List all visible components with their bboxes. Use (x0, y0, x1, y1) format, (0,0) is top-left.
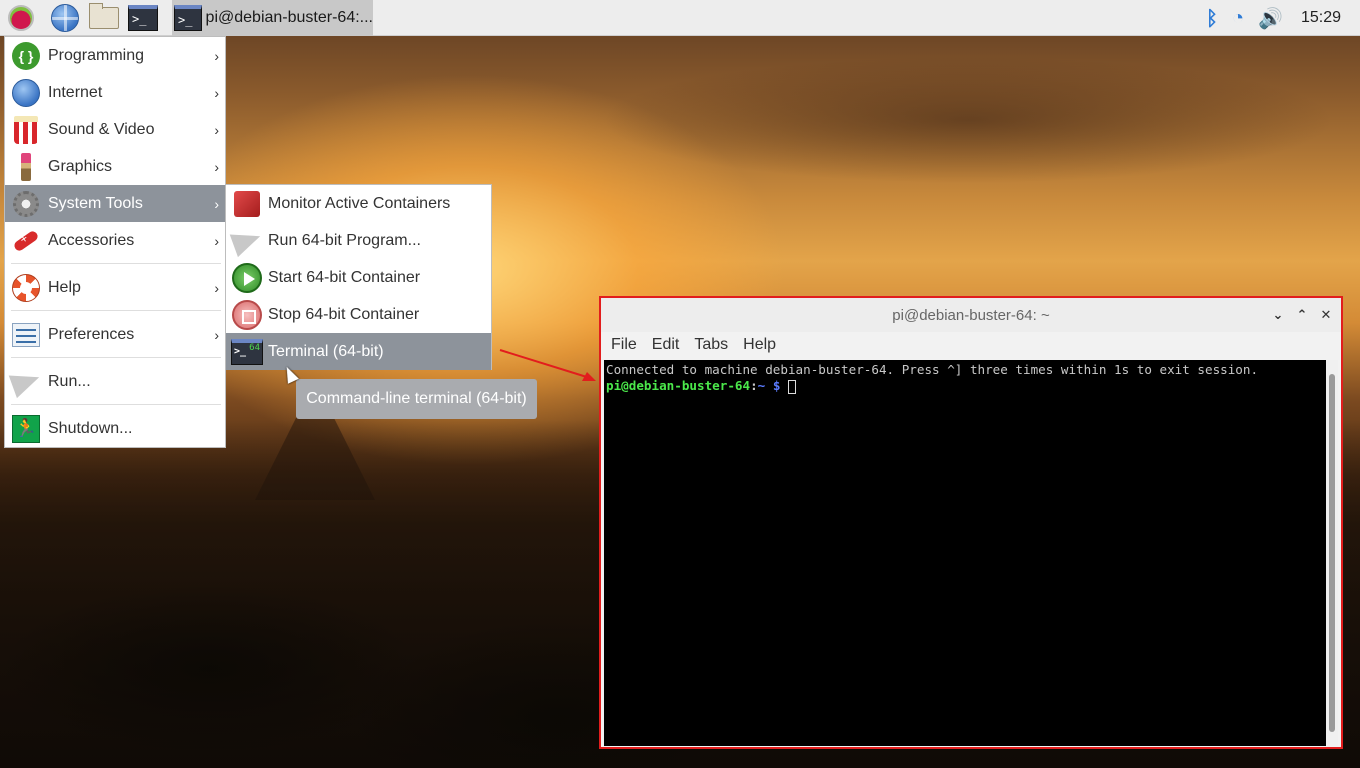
sound-video-icon (11, 115, 41, 145)
terminal-prompt: pi@debian-buster-64:~ $ (606, 378, 1325, 394)
terminal-menubar: File Edit Tabs Help (601, 332, 1341, 358)
menu-item-label: Run... (48, 372, 91, 390)
terminal-title: pi@debian-buster-64: ~ (892, 306, 1050, 324)
text-cursor (788, 379, 796, 394)
run-icon (8, 365, 44, 398)
scrollbar-thumb[interactable] (1329, 374, 1335, 732)
start-container-icon (231, 262, 263, 294)
submenu-item-label: Start 64-bit Container (268, 268, 421, 286)
taskbar-window-button[interactable]: >_ pi@debian-buster-64:... (172, 0, 373, 36)
wallpaper-clouds (380, 40, 1360, 240)
menu-item-system-tools[interactable]: System Tools › (5, 185, 225, 222)
chevron-right-icon: › (214, 326, 219, 343)
menu-item-internet[interactable]: Internet › (5, 74, 225, 111)
terminal-output[interactable]: Connected to machine debian-buster-64. P… (604, 360, 1327, 746)
bluetooth-icon[interactable]: ᛒ (1206, 6, 1218, 30)
monitor-containers-icon (231, 188, 263, 220)
menu-separator (11, 404, 221, 405)
system-tools-icon (11, 189, 41, 219)
chevron-right-icon: › (214, 195, 219, 212)
tooltip: Command-line terminal (64-bit) (296, 379, 537, 419)
help-icon (11, 273, 41, 303)
submenu-item-run-program[interactable]: Run 64-bit Program... (226, 222, 491, 259)
chevron-right-icon: › (214, 279, 219, 296)
menu-separator (11, 263, 221, 264)
application-menu: { } Programming › Internet › Sound & Vid… (4, 36, 226, 448)
prompt-symbol: $ (765, 378, 788, 393)
terminal-titlebar[interactable]: pi@debian-buster-64: ~ ⌄ ⌃ ✕ (601, 298, 1341, 332)
menu-file[interactable]: File (611, 336, 637, 354)
menu-item-help[interactable]: Help › (5, 269, 225, 306)
menu-item-label: Internet (48, 83, 103, 101)
raspberry-pi-menu-icon[interactable] (4, 1, 38, 35)
terminal-64-icon: 64 >_ (231, 336, 263, 368)
submenu-item-label: Run 64-bit Program... (268, 231, 421, 249)
menu-item-accessories[interactable]: Accessories › (5, 222, 225, 259)
terminal-scrollbar[interactable] (1326, 360, 1338, 746)
menu-item-label: Programming (48, 46, 145, 64)
minimize-icon[interactable]: ⌄ (1271, 307, 1285, 322)
system-tools-submenu: Monitor Active Containers Run 64-bit Pro… (225, 184, 492, 370)
terminal-icon[interactable]: >_ (126, 1, 160, 35)
accessories-icon (11, 226, 41, 256)
menu-tabs[interactable]: Tabs (694, 336, 728, 354)
maximize-icon[interactable]: ⌃ (1295, 307, 1309, 322)
menu-item-run[interactable]: Run... (5, 363, 225, 400)
prompt-glyph: >_ (234, 345, 247, 357)
wifi-icon[interactable]: ◔ (1232, 7, 1244, 30)
file-manager-icon[interactable] (87, 1, 121, 35)
submenu-item-label: Monitor Active Containers (268, 194, 451, 212)
menu-item-preferences[interactable]: Preferences › (5, 316, 225, 353)
stop-container-icon (231, 299, 263, 331)
annotation-arrow-icon (499, 349, 596, 381)
chevron-right-icon: › (214, 158, 219, 175)
menu-separator (11, 357, 221, 358)
menu-item-label: System Tools (48, 194, 143, 212)
menu-item-label: Sound & Video (48, 120, 155, 138)
chevron-right-icon: › (214, 121, 219, 138)
badge-64: 64 (249, 342, 260, 353)
prompt-user: pi@debian-buster-64 (606, 378, 751, 393)
internet-icon (11, 78, 41, 108)
menu-item-sound-video[interactable]: Sound & Video › (5, 111, 225, 148)
volume-icon[interactable]: 🔊 (1258, 6, 1283, 31)
menu-item-label: Preferences (48, 325, 135, 343)
prompt-separator: : (750, 378, 758, 393)
window-controls: ⌄ ⌃ ✕ (1271, 298, 1333, 332)
shutdown-icon: 🏃 (11, 414, 41, 444)
web-browser-icon[interactable] (48, 1, 82, 35)
submenu-item-start-container[interactable]: Start 64-bit Container (226, 259, 491, 296)
menu-item-label: Graphics (48, 157, 113, 175)
chevron-right-icon: › (214, 232, 219, 249)
taskbar-window-label: pi@debian-buster-64:... (205, 9, 373, 26)
submenu-item-monitor-containers[interactable]: Monitor Active Containers (226, 185, 491, 222)
chevron-right-icon: › (214, 47, 219, 64)
submenu-item-label: Stop 64-bit Container (268, 305, 420, 323)
menu-edit[interactable]: Edit (652, 336, 680, 354)
run-program-icon (229, 224, 265, 257)
menu-item-label: Accessories (48, 231, 135, 249)
close-icon[interactable]: ✕ (1319, 307, 1333, 322)
submenu-item-terminal-64[interactable]: 64 >_ Terminal (64-bit) (226, 333, 491, 370)
chevron-right-icon: › (214, 84, 219, 101)
graphics-icon (11, 152, 41, 182)
menu-item-label: Help (48, 278, 81, 296)
terminal-message: Connected to machine debian-buster-64. P… (606, 362, 1259, 377)
system-tray: ᛒ ◔ 🔊 15:29 (1206, 0, 1360, 36)
terminal-icon: >_ (174, 5, 202, 31)
submenu-item-label: Terminal (64-bit) (268, 342, 384, 360)
menu-item-graphics[interactable]: Graphics › (5, 148, 225, 185)
menu-separator (11, 310, 221, 311)
menu-item-shutdown[interactable]: 🏃 Shutdown... (5, 410, 225, 447)
menu-item-label: Shutdown... (48, 419, 133, 437)
terminal-window: pi@debian-buster-64: ~ ⌄ ⌃ ✕ File Edit T… (599, 296, 1343, 749)
wallpaper-trees (0, 520, 700, 768)
clock[interactable]: 15:29 (1301, 9, 1341, 27)
menu-help[interactable]: Help (743, 336, 776, 354)
programming-icon: { } (11, 41, 41, 71)
menu-item-programming[interactable]: { } Programming › (5, 37, 225, 74)
preferences-icon (11, 320, 41, 350)
submenu-item-stop-container[interactable]: Stop 64-bit Container (226, 296, 491, 333)
